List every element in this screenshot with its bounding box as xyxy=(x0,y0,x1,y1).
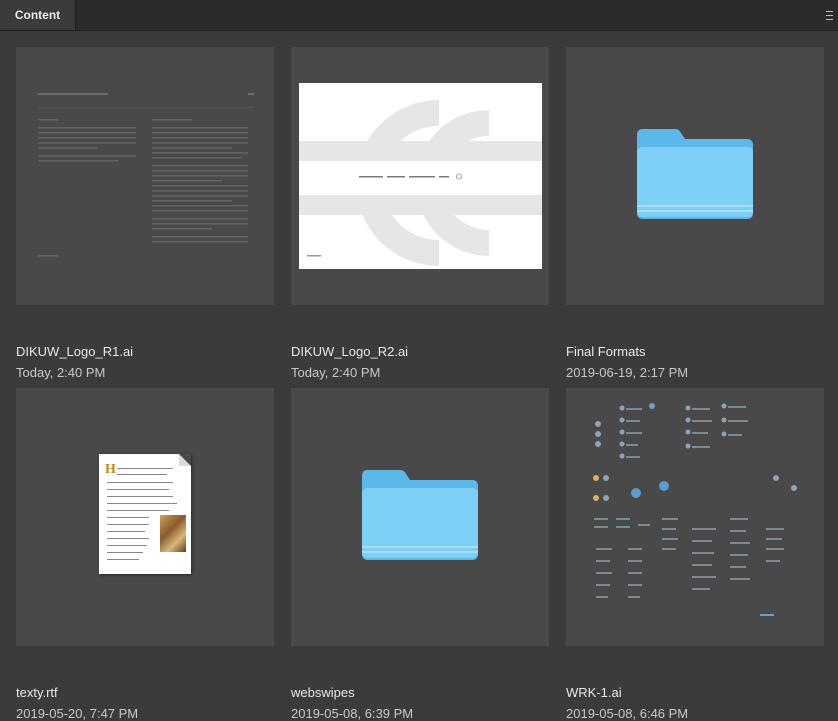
file-thumbnail[interactable] xyxy=(566,388,824,646)
file-thumbnail[interactable] xyxy=(16,47,274,305)
file-thumbnail[interactable]: H xyxy=(16,388,274,646)
content-panel: Content DIKUW_Logo_R1.ai Today, 2:40 PM … xyxy=(0,0,838,721)
tab-content[interactable]: Content xyxy=(0,0,76,30)
folder-icon xyxy=(362,470,478,560)
panel-tab-bar: Content xyxy=(0,0,838,31)
file-item[interactable]: webswipes 2019-05-08, 6:39 PM xyxy=(291,388,549,721)
artboard-preview xyxy=(299,83,542,269)
file-item[interactable]: DIKUW_Logo_R1.ai Today, 2:40 PM xyxy=(16,47,274,380)
file-name[interactable]: webswipes xyxy=(291,685,355,700)
file-date: 2019-05-08, 6:46 PM xyxy=(566,706,689,721)
hamburger-icon[interactable] xyxy=(822,8,834,22)
file-date: 2019-05-20, 7:47 PM xyxy=(16,706,139,721)
artboard-icons-preview xyxy=(593,403,797,616)
file-item[interactable]: Final Formats 2019-06-19, 2:17 PM xyxy=(566,47,824,380)
file-item[interactable]: H texty.rtf 2019-05-20, 7:47 PM xyxy=(16,388,274,721)
file-name[interactable]: WRK-1.ai xyxy=(566,685,622,700)
rtf-document-icon: H xyxy=(99,454,191,574)
document-page-icon xyxy=(38,93,254,257)
folder-icon xyxy=(637,129,753,219)
file-thumbnail[interactable] xyxy=(566,47,824,305)
file-name[interactable]: texty.rtf xyxy=(16,685,58,700)
file-item[interactable]: WRK-1.ai 2019-05-08, 6:46 PM xyxy=(566,388,824,721)
file-thumbnail[interactable] xyxy=(291,47,549,305)
file-date: 2019-06-19, 2:17 PM xyxy=(566,365,689,380)
file-thumbnail[interactable] xyxy=(291,388,549,646)
file-date: 2019-05-08, 6:39 PM xyxy=(291,706,414,721)
file-date: Today, 2:40 PM xyxy=(16,365,106,380)
photo-thumbnail xyxy=(160,515,186,552)
file-name[interactable]: Final Formats xyxy=(566,344,645,359)
file-date: Today, 2:40 PM xyxy=(291,365,381,380)
file-item[interactable]: DIKUW_Logo_R2.ai Today, 2:40 PM xyxy=(291,47,549,380)
logo-artwork-icon xyxy=(299,100,542,266)
file-grid: DIKUW_Logo_R1.ai Today, 2:40 PM DIKUW_Lo… xyxy=(0,31,838,721)
file-name[interactable]: DIKUW_Logo_R2.ai xyxy=(291,344,408,359)
file-name[interactable]: DIKUW_Logo_R1.ai xyxy=(16,344,133,359)
